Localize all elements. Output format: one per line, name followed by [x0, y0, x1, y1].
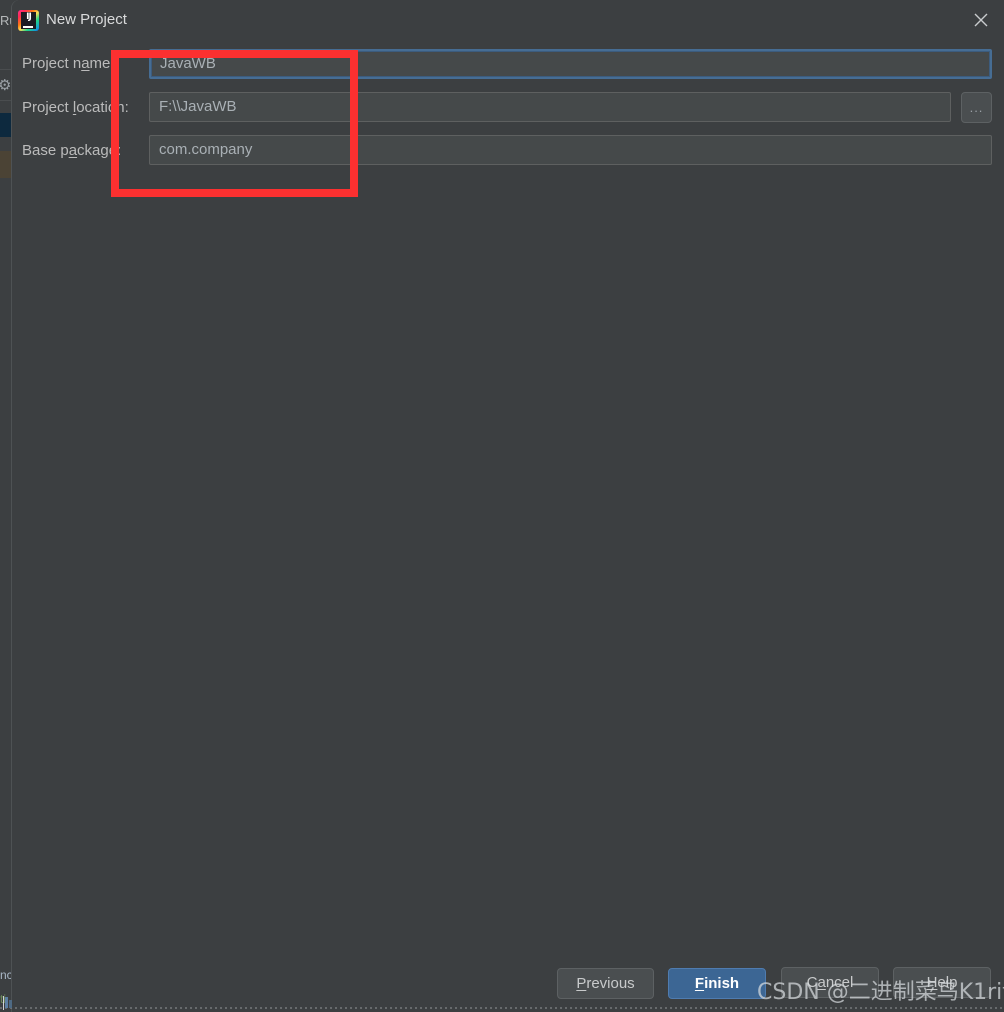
close-icon[interactable] [958, 0, 1004, 40]
mnemonic-letter: P [576, 975, 587, 992]
cancel-button[interactable]: Cancel [781, 967, 879, 998]
project-name-input[interactable]: JavaWB [149, 49, 992, 79]
new-project-dialog: IJ New Project Project name: JavaWB Proj… [12, 0, 1004, 1012]
ide-status-bar-segment [5, 997, 8, 1008]
page-title: New Project [46, 11, 127, 28]
mnemonic-letter: a [81, 55, 90, 72]
browse-button[interactable]: ... [961, 92, 992, 123]
project-location-label: Project location: [22, 99, 129, 116]
ide-selected-row[interactable] [0, 113, 12, 137]
ide-bottom-dotted-line [0, 1007, 1004, 1009]
finish-button[interactable]: Finish [668, 968, 766, 999]
mnemonic-letter: a [817, 974, 826, 991]
mnemonic-letter: H [926, 974, 938, 991]
base-package-input[interactable]: com.company [149, 135, 992, 165]
dialog-titlebar[interactable]: IJ New Project [12, 0, 1004, 44]
base-package-label: Base package: [22, 142, 122, 159]
ide-status-bar-segment [9, 1000, 12, 1008]
project-name-label: Project name: [22, 55, 115, 72]
app-icon-underbar [23, 26, 33, 28]
intellij-idea-icon: IJ [18, 10, 39, 31]
help-button[interactable]: Help [893, 967, 991, 998]
ide-highlighted-row[interactable] [0, 151, 12, 178]
mnemonic-letter: F [694, 975, 705, 992]
ellipsis-icon: ... [969, 100, 984, 115]
mnemonic-letter: a [68, 142, 78, 159]
divider [0, 100, 12, 101]
previous-button[interactable]: Previous [557, 968, 654, 999]
editor-caret [3, 996, 4, 1010]
divider [0, 69, 12, 70]
project-location-input[interactable]: F:\\JavaWB [149, 92, 951, 122]
background-ide-strip: Ru ⚙ nc ti [0, 0, 14, 1012]
